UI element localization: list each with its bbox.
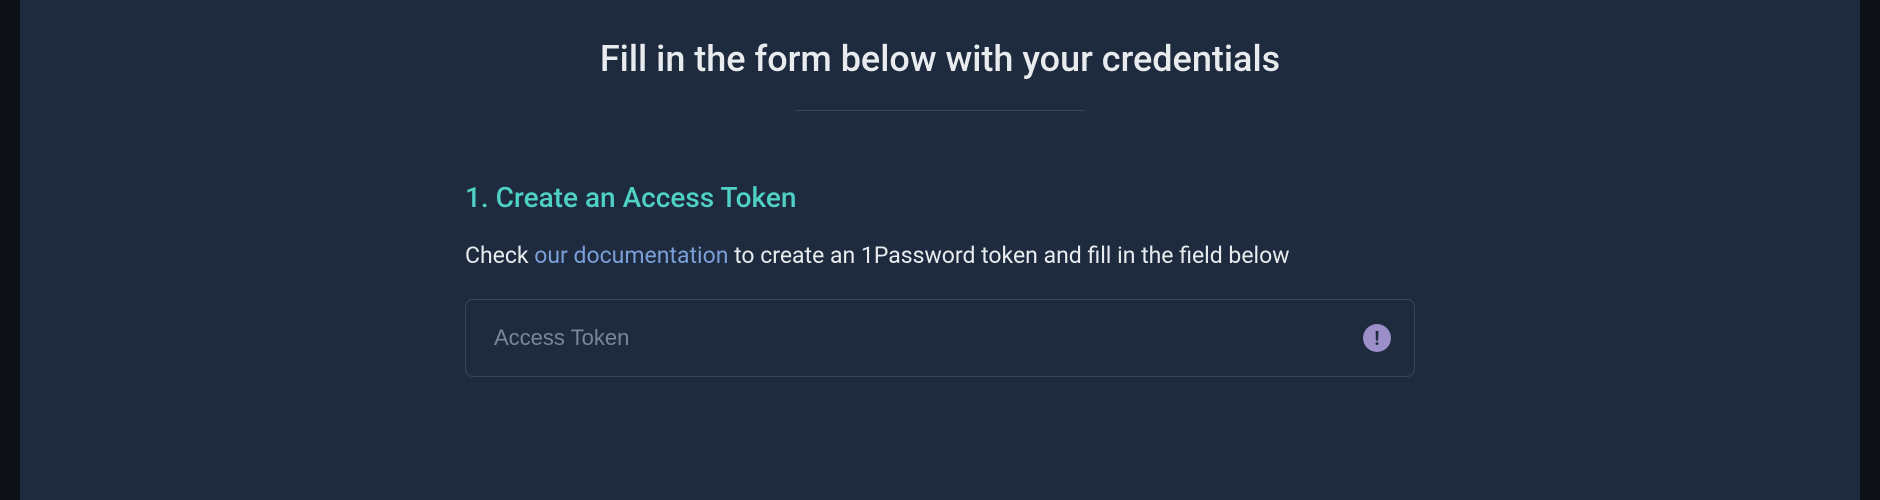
exclamation-icon: !: [1374, 329, 1379, 348]
alert-icon[interactable]: !: [1363, 324, 1391, 352]
form-content: 1. Create an Access Token Check our docu…: [455, 181, 1425, 377]
credentials-panel: Fill in the form below with your credent…: [20, 0, 1860, 500]
page-title: Fill in the form below with your credent…: [20, 38, 1860, 80]
step-description: Check our documentation to create an 1Pa…: [465, 242, 1415, 269]
divider: [795, 110, 1085, 111]
description-prefix: Check: [465, 242, 534, 269]
input-wrapper: !: [465, 299, 1415, 377]
access-token-input[interactable]: [465, 299, 1415, 377]
step-title: 1. Create an Access Token: [465, 181, 1415, 214]
description-suffix: to create an 1Password token and fill in…: [728, 242, 1289, 269]
documentation-link[interactable]: our documentation: [534, 242, 728, 269]
